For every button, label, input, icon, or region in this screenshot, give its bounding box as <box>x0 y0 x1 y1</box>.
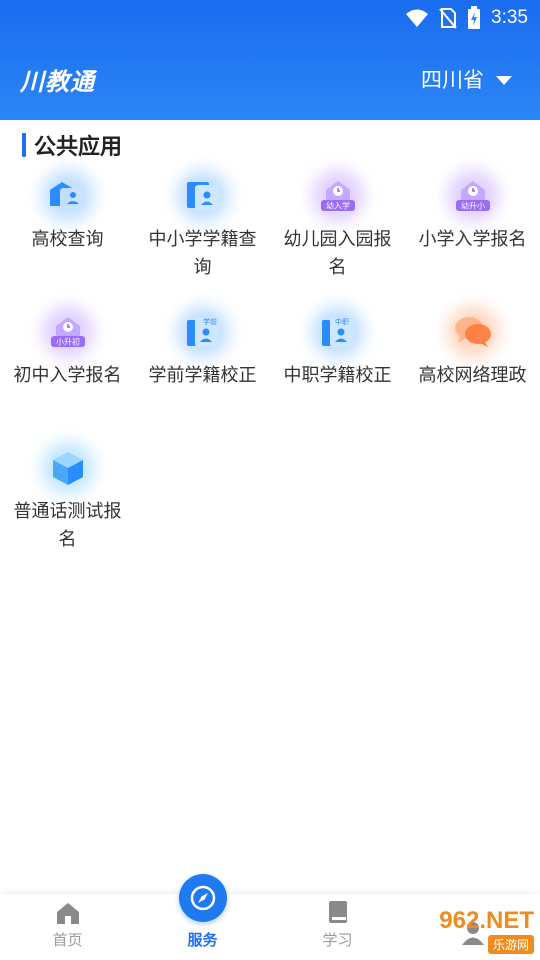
section-accent-bar <box>22 133 26 157</box>
no-sim-icon <box>439 8 457 29</box>
app-header: 3:35 川教通 四川省 <box>0 0 540 120</box>
app-university-online-gov[interactable]: 高校网络理政 <box>405 306 540 442</box>
app-label: 高校网络理政 <box>418 365 527 386</box>
tab-label: 服务 <box>187 931 218 949</box>
status-time: 3:35 <box>491 7 528 28</box>
app-label: 高校查询 <box>31 229 104 250</box>
app-student-record-query[interactable]: 中小学学籍查询 <box>135 170 270 306</box>
app-label: 学前学籍校正 <box>148 365 257 386</box>
app-preschool-record-correct[interactable]: 学前 学前学籍校正 <box>135 306 270 442</box>
watermark-logo: 962.NET 乐游网 <box>439 907 534 954</box>
app-university-query[interactable]: 高校查询 <box>0 170 135 306</box>
app-logo: 川教通 <box>20 67 95 96</box>
section-title: 公共应用 <box>34 135 123 160</box>
svg-text:幼入学: 幼入学 <box>326 201 350 211</box>
tab-label: 学习 <box>322 931 353 949</box>
app-label: 中小学学籍查询 <box>148 229 257 278</box>
watermark-bottom: 乐游网 <box>487 935 534 954</box>
wifi-icon <box>406 9 429 27</box>
province-selector[interactable]: 四川省 <box>421 64 512 94</box>
app-label: 幼儿园入园报名 <box>283 229 392 278</box>
tab-study[interactable]: 学习 <box>270 894 405 960</box>
watermark-top: 962.NET <box>439 907 534 934</box>
kindergarten-enroll-icon: 幼入学 <box>311 170 364 222</box>
vocational-record-correct-icon: 中职 <box>311 306 364 358</box>
app-label: 初中入学报名 <box>13 365 122 386</box>
app-kindergarten-enroll[interactable]: 幼入学 幼儿园入园报名 <box>270 170 405 306</box>
tab-services[interactable]: 服务 <box>135 874 270 960</box>
home-icon <box>56 903 79 924</box>
mandarin-test-icon <box>41 442 94 494</box>
app-primary-enroll[interactable]: 幼升小 小学入学报名 <box>405 170 540 306</box>
svg-text:幼升小: 幼升小 <box>461 201 485 211</box>
app-junior-enroll[interactable]: 小升初 初中入学报名 <box>0 306 135 442</box>
app-label: 中职学籍校正 <box>283 365 392 386</box>
book-icon <box>328 901 347 923</box>
tab-label: 首页 <box>52 931 83 949</box>
student-record-query-icon <box>176 170 229 222</box>
app-vocational-record-correct[interactable]: 中职 中职学籍校正 <box>270 306 405 442</box>
junior-enroll-icon: 小升初 <box>41 306 94 358</box>
university-online-gov-icon <box>446 306 499 358</box>
status-bar: 3:35 <box>0 0 540 36</box>
svg-text:学前: 学前 <box>203 317 217 326</box>
svg-text:中职: 中职 <box>335 317 349 326</box>
section-header: 公共应用 <box>22 130 122 160</box>
battery-icon <box>468 6 481 29</box>
primary-enroll-icon: 幼升小 <box>446 170 499 222</box>
tab-home[interactable]: 首页 <box>0 894 135 960</box>
app-mandarin-test[interactable]: 普通话测试报名 <box>0 442 135 578</box>
province-label: 四川省 <box>421 68 484 92</box>
preschool-record-correct-icon: 学前 <box>176 306 229 358</box>
svg-text:小升初: 小升初 <box>56 337 80 347</box>
compass-icon <box>178 874 227 922</box>
app-label: 普通话测试报名 <box>13 501 122 550</box>
app-grid: 高校查询 中小学学籍查询 幼入学 幼儿园入园报名 幼升小 小学入学报名 小升初 … <box>0 170 540 578</box>
status-icons: 3:35 <box>405 6 528 30</box>
app-label: 小学入学报名 <box>418 229 527 250</box>
caret-down-icon <box>496 75 512 85</box>
university-query-icon <box>41 170 94 222</box>
